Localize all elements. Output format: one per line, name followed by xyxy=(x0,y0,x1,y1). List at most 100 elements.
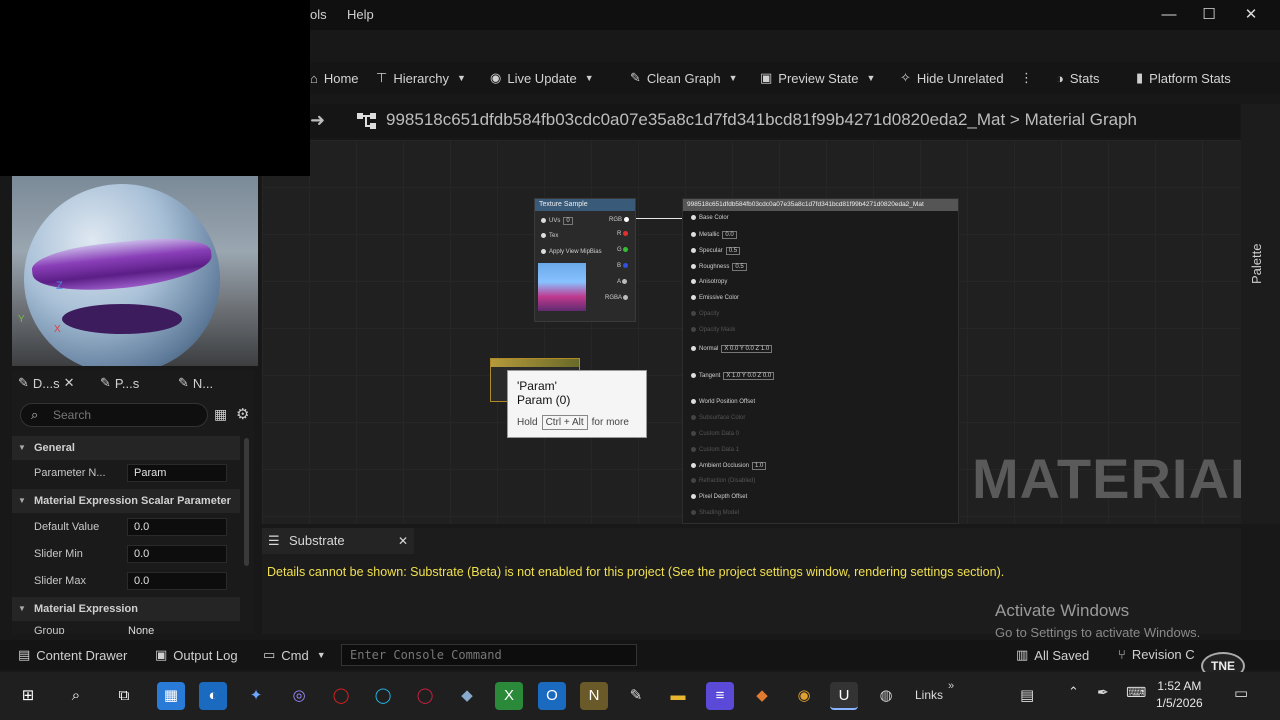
edge-icon[interactable]: ◐ xyxy=(199,682,227,710)
material-pin[interactable]: Base Color xyxy=(691,215,729,221)
windows-start-icon[interactable]: ⊞ xyxy=(14,682,42,710)
tab-parameters[interactable]: ✎ P...s xyxy=(100,375,139,391)
live-update-button[interactable]: ◉ Live Update ▼ xyxy=(490,68,594,88)
material-pin[interactable]: Tangent X 1.0 Y 0.0 Z 0.0 xyxy=(691,372,775,380)
param-name-field[interactable]: Param xyxy=(127,464,227,482)
hide-unrelated-button[interactable]: ✧ Hide Unrelated xyxy=(900,68,1004,88)
texture-sample-node[interactable]: Texture Sample UVs 0 Tex Apply View MipBi… xyxy=(534,198,636,322)
material-pin-value[interactable]: 1.0 xyxy=(752,462,767,470)
material-pin[interactable]: Opacity Mask xyxy=(691,327,735,333)
section-scalar-param[interactable]: Material Expression Scalar Parameter xyxy=(12,489,240,513)
table-view-icon[interactable]: ▦ xyxy=(214,406,227,423)
details-search-input[interactable]: ⌕ Search xyxy=(20,403,208,427)
material-pin[interactable]: Roughness 0.5 xyxy=(691,263,747,271)
material-graph-canvas[interactable]: Texture Sample UVs 0 Tex Apply View MipBi… xyxy=(262,140,1241,524)
pin-g[interactable]: G xyxy=(617,247,631,253)
app-icon-4[interactable]: N xyxy=(580,682,608,710)
section-general[interactable]: General xyxy=(12,436,240,460)
keyboard-icon[interactable]: ⌨ xyxy=(1126,684,1146,701)
opera-gx-icon[interactable]: ◯ xyxy=(411,682,439,710)
details-scrollbar[interactable] xyxy=(244,438,249,566)
preview-state-button[interactable]: ▣ Preview State ▼ xyxy=(760,68,875,88)
material-pin[interactable]: Pixel Depth Offset xyxy=(691,494,747,500)
material-pin[interactable]: Normal X 0.0 Y 0.0 Z 1.0 xyxy=(691,345,773,353)
forward-arrow-icon[interactable]: ➜ xyxy=(310,110,325,131)
pin-rgba[interactable]: RGBA xyxy=(605,295,631,301)
pin-mipbias[interactable]: Apply View MipBias xyxy=(541,249,602,255)
pen-icon[interactable]: ✒ xyxy=(1097,684,1109,701)
material-pin[interactable]: Metallic 0.0 xyxy=(691,231,737,239)
platform-stats-button[interactable]: ▮ Platform Stats xyxy=(1136,68,1231,88)
pin-a[interactable]: A xyxy=(617,279,630,285)
pin-tex[interactable]: Tex xyxy=(541,233,558,239)
all-saved-button[interactable]: ▥ All Saved xyxy=(1016,647,1089,663)
material-pin[interactable]: Anisotropy xyxy=(691,279,727,285)
app-icon-7[interactable]: ◆ xyxy=(748,682,776,710)
links-toolbar[interactable]: Links xyxy=(915,688,943,702)
more-options-button[interactable]: ⋮ xyxy=(1020,68,1033,88)
material-pin[interactable]: World Position Offset xyxy=(691,399,755,405)
tab-n[interactable]: ✎ N... xyxy=(178,375,213,391)
palette-sidebar[interactable]: Palette xyxy=(1241,104,1280,524)
output-log-button[interactable]: ▣ Output Log xyxy=(155,647,238,663)
menu-tools[interactable]: ols xyxy=(310,7,327,22)
news-icon[interactable]: ▤ xyxy=(1020,686,1034,704)
material-pin-value[interactable]: X 1.0 Y 0.0 Z 0.0 xyxy=(723,372,775,380)
unreal-engine-icon[interactable]: U xyxy=(830,682,858,710)
gear-icon[interactable]: ⚙ xyxy=(236,405,249,423)
clean-graph-button[interactable]: ✎ Clean Graph ▼ xyxy=(630,68,738,88)
section-material-expression[interactable]: Material Expression xyxy=(12,597,240,621)
pin-b[interactable]: B xyxy=(617,263,631,269)
close-icon[interactable]: ✕ xyxy=(64,375,75,391)
breadcrumb-path[interactable]: 998518c651dfdb584fb03cdc0a07e35a8c1d7fd3… xyxy=(386,110,1137,130)
preview-viewport[interactable]: Z Y X xyxy=(12,176,258,366)
app-icon-1[interactable]: ✦ xyxy=(242,682,270,710)
task-view-icon[interactable]: ⧉ xyxy=(110,682,138,710)
slider-max-field[interactable]: 0.0 xyxy=(127,572,227,590)
chevron-up-icon[interactable]: ⌃ xyxy=(1068,684,1079,700)
store-icon[interactable]: ▦ xyxy=(157,682,185,710)
material-result-node[interactable]: 998518c651dfdb584fb03cdc0a07e35a8c1d7fd3… xyxy=(682,198,959,524)
console-command-input[interactable]: Enter Console Command xyxy=(341,644,637,666)
home-button[interactable]: ⌂ Home xyxy=(310,68,359,88)
app-icon-2[interactable]: ◎ xyxy=(285,682,313,710)
app-icon-8[interactable]: ◍ xyxy=(872,682,900,710)
material-pin-value[interactable]: X 0.0 Y 0.0 Z 1.0 xyxy=(721,345,773,353)
excel-icon[interactable]: X xyxy=(495,682,523,710)
group-dropdown[interactable]: None xyxy=(128,625,154,634)
stats-button[interactable]: ◑ Stats xyxy=(1056,68,1099,88)
close-icon[interactable]: ✕ xyxy=(398,534,408,548)
pin-r[interactable]: R xyxy=(617,231,631,237)
material-pin[interactable]: Subsurface Color xyxy=(691,415,745,421)
menu-help[interactable]: Help xyxy=(347,7,374,22)
material-pin[interactable]: Specular 0.5 xyxy=(691,247,741,255)
material-pin[interactable]: Emissive Color xyxy=(691,295,739,301)
default-value-field[interactable]: 0.0 xyxy=(127,518,227,536)
m365-icon[interactable]: ◆ xyxy=(453,682,481,710)
tab-substrate[interactable]: ☰ Substrate ✕ xyxy=(262,528,414,554)
app-icon-3[interactable]: ◯ xyxy=(369,682,397,710)
material-pin[interactable]: Shading Model xyxy=(691,510,739,516)
search-icon[interactable]: ⌕ xyxy=(62,682,90,710)
material-pin[interactable]: Ambient Occlusion 1.0 xyxy=(691,462,767,470)
material-pin-value[interactable]: 0.0 xyxy=(722,231,737,239)
tab-details[interactable]: ✎ D...s ✕ xyxy=(18,375,75,391)
cmd-dropdown[interactable]: ▭ Cmd ▼ xyxy=(263,647,326,663)
notification-icon[interactable]: ▭ xyxy=(1234,684,1248,702)
close-window-button[interactable]: ✕ xyxy=(1236,4,1266,26)
pin-uvs[interactable]: UVs 0 xyxy=(541,217,573,225)
material-pin[interactable]: Refraction (Disabled) xyxy=(691,478,755,484)
app-icon-5[interactable]: ✎ xyxy=(622,682,650,710)
content-drawer-button[interactable]: ▤ Content Drawer xyxy=(18,647,127,663)
minimize-button[interactable]: — xyxy=(1154,4,1184,26)
opera-icon[interactable]: ◯ xyxy=(327,682,355,710)
chrome-icon[interactable]: ◉ xyxy=(790,682,818,710)
material-pin[interactable]: Opacity xyxy=(691,311,719,317)
material-pin-value[interactable]: 0.5 xyxy=(725,247,741,255)
system-clock[interactable]: 1:52 AM 1/5/2026 xyxy=(1156,678,1203,712)
file-explorer-icon[interactable]: ▬ xyxy=(664,682,692,710)
outlook-icon[interactable]: O xyxy=(538,682,566,710)
material-pin-value[interactable]: 0.5 xyxy=(732,263,747,271)
chevron-right-icon[interactable]: » xyxy=(948,680,954,692)
slider-min-field[interactable]: 0.0 xyxy=(127,545,227,563)
